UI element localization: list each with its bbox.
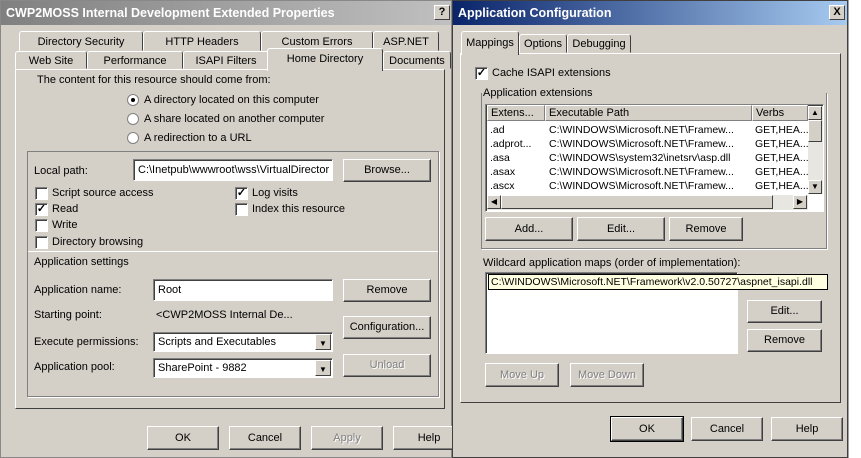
extended-properties-dialog: CWP2MOSS Internal Development Extended P…	[0, 0, 465, 458]
help-button[interactable]: Help	[771, 417, 843, 441]
tab-performance[interactable]: Performance	[87, 51, 183, 69]
radio-network-share[interactable]	[127, 113, 139, 125]
radio-local-directory-label[interactable]: A directory located on this computer	[144, 94, 319, 106]
write-checkbox[interactable]	[35, 219, 48, 232]
unload-button[interactable]: Unload	[343, 354, 431, 377]
index-resource-label[interactable]: Index this resource	[252, 203, 345, 215]
log-visits-checkbox[interactable]: ✓	[235, 187, 248, 200]
application-configuration-dialog: Application Configuration X Mappings Opt…	[452, 0, 848, 458]
read-label[interactable]: Read	[52, 203, 78, 215]
application-name-input[interactable]: Root	[153, 279, 333, 301]
cache-isapi-checkbox[interactable]: ✓	[475, 67, 488, 80]
application-pool-select[interactable]: SharePoint - 9882 ▼	[153, 358, 333, 378]
radio-local-directory[interactable]	[127, 94, 139, 106]
starting-point-label: Starting point:	[34, 309, 102, 321]
tab-directory-security[interactable]: Directory Security	[19, 31, 143, 51]
application-pool-value: SharePoint - 9882	[158, 362, 247, 374]
read-checkbox[interactable]: ✓	[35, 203, 48, 216]
index-resource-checkbox[interactable]	[235, 203, 248, 216]
radio-url-redirect[interactable]	[127, 132, 139, 144]
radio-network-share-label[interactable]: A share located on another computer	[144, 113, 324, 125]
move-down-button[interactable]: Move Down	[570, 363, 644, 387]
wildcard-edit-button[interactable]: Edit...	[747, 300, 822, 323]
radio-url-redirect-label[interactable]: A redirection to a URL	[144, 132, 252, 144]
dialog-title-bar: Application Configuration	[453, 1, 847, 25]
directory-browsing-checkbox[interactable]	[35, 236, 48, 249]
move-up-button[interactable]: Move Up	[485, 363, 559, 387]
remove-extension-button[interactable]: Remove	[669, 217, 743, 241]
configuration-button[interactable]: Configuration...	[343, 316, 431, 339]
directory-browsing-label[interactable]: Directory browsing	[52, 236, 143, 248]
tab-documents[interactable]: Documents	[383, 51, 451, 69]
application-name-label: Application name:	[34, 284, 122, 296]
dialog-title: Application Configuration	[458, 6, 612, 20]
wildcard-remove-button[interactable]: Remove	[747, 329, 822, 352]
local-path-label: Local path:	[34, 165, 88, 177]
execute-permissions-value: Scripts and Executables	[158, 336, 277, 348]
tab-debugging[interactable]: Debugging	[567, 34, 631, 53]
tab-asp-net[interactable]: ASP.NET	[373, 31, 439, 51]
local-path-input[interactable]: C:\Inetpub\wwwroot\wss\VirtualDirector	[133, 159, 333, 181]
execute-permissions-select[interactable]: Scripts and Executables ▼	[153, 332, 333, 352]
browse-button[interactable]: Browse...	[343, 159, 431, 182]
wildcard-map-entry[interactable]: C:\WINDOWS\Microsoft.NET\Framework\v2.0.…	[488, 274, 828, 290]
edit-extension-button[interactable]: Edit...	[577, 217, 665, 241]
script-source-access-label[interactable]: Script source access	[52, 187, 153, 199]
tab-isapi-filters[interactable]: ISAPI Filters	[183, 51, 269, 69]
apply-button[interactable]: Apply	[311, 426, 383, 450]
tab-mappings[interactable]: Mappings	[461, 31, 519, 55]
close-icon[interactable]: X	[829, 5, 845, 20]
tab-options[interactable]: Options	[519, 34, 567, 53]
cancel-button[interactable]: Cancel	[229, 426, 301, 450]
chevron-down-icon[interactable]: ▼	[315, 360, 331, 376]
background-window	[848, 0, 861, 458]
dialog-title-bar: CWP2MOSS Internal Development Extended P…	[1, 1, 451, 25]
application-settings-heading: Application settings	[34, 256, 129, 268]
add-extension-button[interactable]: Add...	[485, 217, 573, 241]
application-pool-label: Application pool:	[34, 361, 115, 373]
execute-permissions-label: Execute permissions:	[34, 336, 139, 348]
group-divider	[28, 251, 438, 252]
dialog-title: CWP2MOSS Internal Development Extended P…	[6, 6, 335, 20]
tab-home-directory[interactable]: Home Directory	[267, 48, 383, 71]
tab-web-site[interactable]: Web Site	[15, 51, 87, 69]
help-icon[interactable]: ?	[434, 5, 450, 20]
remove-application-button[interactable]: Remove	[343, 279, 431, 302]
content-source-heading: The content for this resource should com…	[37, 74, 271, 86]
write-label[interactable]: Write	[52, 219, 77, 231]
chevron-down-icon[interactable]: ▼	[315, 334, 331, 350]
tab-http-headers[interactable]: HTTP Headers	[143, 31, 261, 51]
log-visits-label[interactable]: Log visits	[252, 187, 298, 199]
ok-button[interactable]: OK	[147, 426, 219, 450]
starting-point-value: <CWP2MOSS Internal De...	[156, 309, 293, 321]
wildcard-maps-heading: Wildcard application maps (order of impl…	[483, 257, 741, 269]
cancel-button[interactable]: Cancel	[691, 417, 763, 441]
cache-isapi-label[interactable]: Cache ISAPI extensions	[492, 67, 611, 79]
script-source-access-checkbox[interactable]	[35, 187, 48, 200]
ok-button[interactable]: OK	[610, 416, 684, 442]
